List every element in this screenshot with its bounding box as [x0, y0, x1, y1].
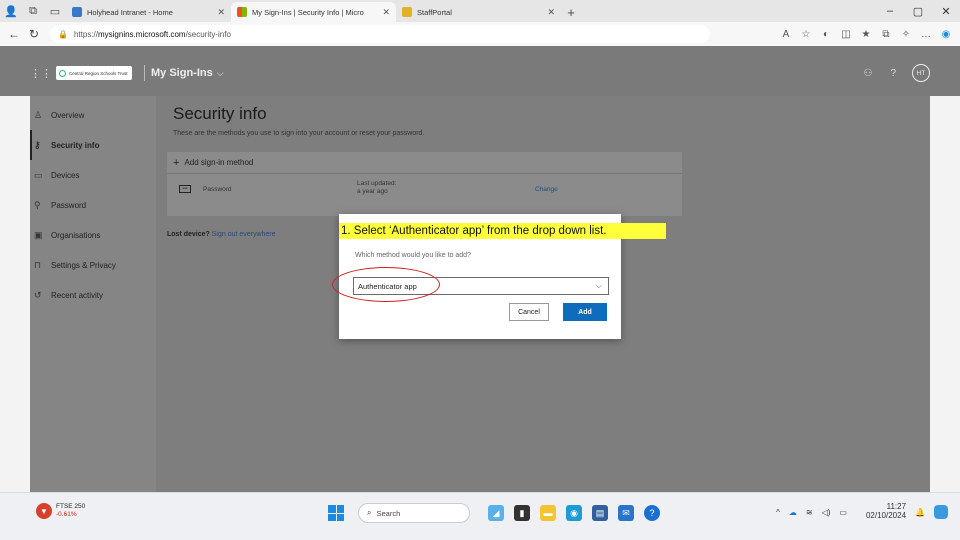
avatar[interactable]: HT: [912, 64, 930, 82]
address-bar-row: ← ↻ 🔒 https://mysignins.microsoft.com/se…: [0, 22, 960, 46]
system-tray: ^ ☁ ≋ ◁) ▭ 11:27 02/10/2024 🔔: [767, 503, 948, 521]
org-logo-mark-icon: [59, 69, 66, 77]
password-icon: •••: [179, 185, 191, 193]
tab-holyhead-intranet[interactable]: Holyhead Intranet - Home ✕: [66, 2, 231, 22]
mail-icon[interactable]: ✉: [618, 505, 634, 521]
clock[interactable]: 11:27 02/10/2024: [857, 503, 906, 521]
help-app-icon[interactable]: ?: [644, 505, 660, 521]
extensions-icon[interactable]: ✧: [896, 29, 916, 40]
add-sign-in-method-button[interactable]: + Add sign-in method: [167, 152, 682, 174]
lock-icon: 🔒: [58, 29, 68, 39]
url-input[interactable]: 🔒 https://mysignins.microsoft.com/securi…: [50, 25, 710, 43]
org-logo: Central Region Schools Trust: [56, 66, 132, 80]
widgets-icon[interactable]: ◢: [488, 505, 504, 521]
app-launcher-icon[interactable]: ⋮⋮⋮: [30, 67, 63, 80]
profile-icon[interactable]: 👤: [0, 0, 22, 22]
taskbar-search-input[interactable]: ⌕ Search: [358, 503, 470, 523]
dialog-question: Which method would you like to add?: [355, 252, 471, 259]
methods-card: + Add sign-in method ••• Password Last u…: [167, 152, 682, 216]
battery-icon[interactable]: ▭: [839, 508, 847, 517]
wifi-icon[interactable]: ≋: [806, 508, 813, 517]
change-link[interactable]: Change: [535, 186, 558, 193]
onedrive-icon[interactable]: ☁: [789, 508, 797, 517]
lost-device: Lost device? Sign out everywhere: [167, 231, 276, 238]
stock-down-icon: ▼: [36, 503, 52, 519]
task-view-icon[interactable]: ▮: [514, 505, 530, 521]
history-icon: ↺: [34, 289, 42, 300]
tab-actions-icon[interactable]: ▭: [44, 0, 66, 22]
favorites-icon[interactable]: ★: [856, 29, 876, 40]
refresh-icon[interactable]: ↻: [24, 24, 44, 44]
organization-icon[interactable]: ⚇: [863, 68, 872, 79]
window-controls: – ▢ ✕: [876, 0, 960, 22]
briefcase-icon: ▣: [34, 229, 43, 240]
method-name: Password: [203, 185, 232, 193]
app-header: ⋮⋮⋮ Central Region Schools Trust My Sign…: [0, 46, 960, 96]
read-aloud-icon[interactable]: A: [776, 29, 796, 40]
tab-staffportal[interactable]: StaffPortal ✕: [396, 2, 561, 22]
volume-icon[interactable]: ◁): [822, 508, 831, 517]
microsoft-favicon-icon: [237, 7, 247, 17]
cancel-button[interactable]: Cancel: [509, 303, 549, 321]
divider: [144, 65, 145, 81]
key-icon: ⚷: [34, 139, 41, 150]
page-title: Security info: [173, 104, 267, 123]
tab-my-sign-ins[interactable]: My Sign-Ins | Security Info | Micro ✕: [231, 2, 396, 22]
add-button[interactable]: Add: [563, 303, 607, 321]
taskbar: ▼ FTSE 250 -0.61% ⌕ Search ◢ ▮ ▬ ◉ ▤ ✉ ? …: [0, 492, 960, 540]
more-icon[interactable]: …: [916, 29, 936, 40]
workspaces-icon[interactable]: ⧉: [22, 0, 44, 22]
copilot-taskbar-icon[interactable]: [934, 505, 948, 519]
search-icon: ⌕: [367, 508, 372, 517]
stock-widget[interactable]: ▼ FTSE 250 -0.61%: [36, 503, 85, 519]
chevron-up-icon[interactable]: ^: [776, 508, 780, 517]
laptop-icon: ▭: [34, 169, 43, 180]
staffportal-favicon-icon: [402, 7, 412, 17]
key2-icon: ⚲: [34, 199, 41, 210]
sidebar-item-password[interactable]: ⚲ Password: [30, 190, 156, 220]
chevron-down-icon: ⌵: [595, 281, 602, 290]
edge-icon[interactable]: ◉: [566, 505, 582, 521]
lock-icon: ⊓: [34, 259, 42, 270]
close-tab-icon[interactable]: ✕: [547, 7, 555, 18]
list-item: ••• Password Last updated: a year ago Cha…: [167, 174, 682, 204]
close-window-button[interactable]: ✕: [932, 0, 960, 22]
start-icon[interactable]: [328, 505, 344, 521]
extension-icon[interactable]: ◐: [816, 29, 836, 40]
back-icon[interactable]: ←: [4, 24, 24, 44]
sidebar-item-recent-activity[interactable]: ↺ Recent activity: [30, 280, 156, 310]
sidebar-item-overview[interactable]: ♙ Overview: [30, 100, 156, 130]
close-tab-icon[interactable]: ✕: [217, 7, 225, 18]
sidebar-item-devices[interactable]: ▭ Devices: [30, 160, 156, 190]
favorite-star-icon[interactable]: ☆: [796, 29, 816, 40]
minimize-button[interactable]: –: [876, 0, 904, 22]
instruction-callout: 1. Select ‘Authenticator app’ from the d…: [339, 223, 666, 239]
copilot-icon[interactable]: ◉: [936, 29, 956, 40]
notification-bell-icon[interactable]: 🔔: [915, 508, 925, 517]
person-icon: ♙: [34, 109, 43, 120]
sidebar-item-security-info[interactable]: ⚷ Security info: [30, 130, 156, 160]
maximize-button[interactable]: ▢: [904, 0, 932, 22]
sidebar: ♙ Overview ⚷ Security info ▭ Devices ⚲ Passw…: [30, 96, 156, 492]
browser-tab-strip: 👤 ⧉ ▭ Holyhead Intranet - Home ✕ My Sign…: [0, 0, 960, 22]
close-tab-icon[interactable]: ✕: [382, 7, 390, 18]
file-explorer-icon[interactable]: ▬: [540, 505, 556, 521]
page-subtitle: These are the methods you use to sign in…: [173, 130, 425, 137]
plus-icon: +: [173, 156, 180, 169]
new-tab-button[interactable]: +: [561, 2, 581, 22]
last-updated: Last updated: a year ago: [357, 180, 397, 195]
split-screen-icon[interactable]: ◫: [836, 29, 856, 40]
app-title[interactable]: My Sign-Ins ⌵: [151, 67, 224, 79]
highlight-ring: [332, 267, 440, 302]
sidebar-item-settings-privacy[interactable]: ⊓ Settings & Privacy: [30, 250, 156, 280]
intranet-favicon-icon: [72, 7, 82, 17]
collections-icon[interactable]: ⧉: [876, 29, 896, 40]
help-icon[interactable]: ?: [890, 68, 896, 79]
sign-out-everywhere-link[interactable]: Sign out everywhere: [212, 231, 276, 238]
sidebar-item-organisations[interactable]: ▣ Organisations: [30, 220, 156, 250]
chevron-down-icon: ⌵: [216, 68, 224, 78]
store-icon[interactable]: ▤: [592, 505, 608, 521]
